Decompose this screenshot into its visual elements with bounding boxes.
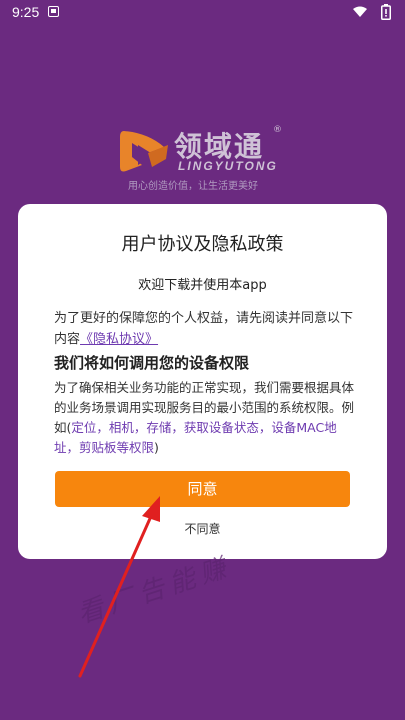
- red-arrow-annotation: [78, 496, 160, 678]
